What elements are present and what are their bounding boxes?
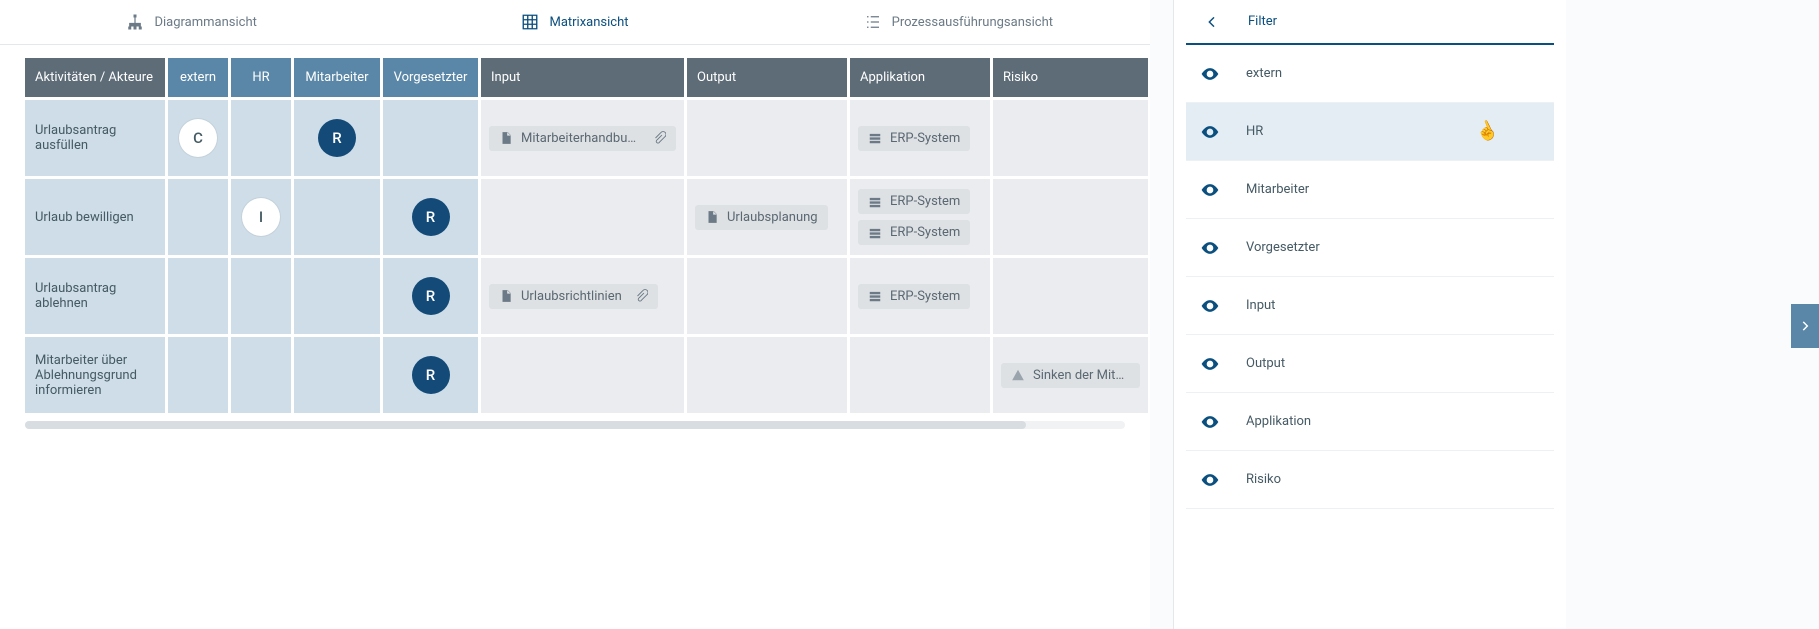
filter-item[interactable]: Output	[1186, 335, 1554, 393]
raci-cell[interactable]: C	[168, 100, 228, 176]
raci-chip[interactable]: C	[179, 119, 217, 157]
filter-item[interactable]: Vorgesetzter	[1186, 219, 1554, 277]
filter-title: Filter	[1248, 14, 1277, 29]
risk-cell: Sinken der Mitarbeit	[993, 337, 1148, 413]
activity-cell[interactable]: Urlaubsantrag ausfüllen	[25, 100, 165, 176]
filter-list: extern HR ☝ Mitarbeiter Vorgesetzter Input Out…	[1174, 45, 1566, 509]
header-actor[interactable]: Mitarbeiter	[294, 58, 380, 97]
raci-cell[interactable]: R	[383, 337, 478, 413]
raci-chip[interactable]: R	[318, 119, 356, 157]
raci-cell[interactable]	[294, 258, 380, 334]
header-actor[interactable]: HR	[231, 58, 291, 97]
filter-item[interactable]: extern	[1186, 45, 1554, 103]
risk-cell	[993, 100, 1148, 176]
filter-item[interactable]: Input	[1186, 277, 1554, 335]
raci-cell[interactable]	[231, 337, 291, 413]
filter-item-label: Applikation	[1246, 414, 1311, 429]
output-cell	[687, 258, 847, 334]
filter-item-label: Vorgesetzter	[1246, 240, 1320, 255]
matrix-grid: Aktivitäten / AkteureexternHRMitarbeiter…	[25, 58, 1125, 413]
raci-cell[interactable]: R	[294, 100, 380, 176]
chevron-right-icon	[1798, 319, 1812, 333]
filter-item-label: Risiko	[1246, 472, 1281, 487]
activity-cell[interactable]: Urlaubsantrag ablehnen	[25, 258, 165, 334]
scrollbar-thumb[interactable]	[25, 421, 1026, 429]
raci-cell[interactable]	[231, 100, 291, 176]
tab-label: Prozessausführungsansicht	[892, 15, 1053, 30]
raci-cell[interactable]: R	[383, 179, 478, 255]
main-content: Diagrammansicht Matrixansicht Prozessaus…	[0, 0, 1150, 629]
input-cell: Urlaubsrichtlinien	[481, 258, 684, 334]
sitemap-icon	[126, 13, 144, 31]
matrix-container: Aktivitäten / AkteureexternHRMitarbeiter…	[0, 45, 1150, 413]
filter-item-label: HR	[1246, 124, 1263, 139]
filter-panel: Filter extern HR ☝ Mitarbeiter Vorgesetzter I…	[1173, 0, 1566, 629]
header-activities: Aktivitäten / Akteure	[25, 58, 165, 97]
application-cell: ERP-System ERP-System	[850, 179, 990, 255]
filter-item-label: Mitarbeiter	[1246, 182, 1309, 197]
application-cell	[850, 337, 990, 413]
risk-cell	[993, 258, 1148, 334]
activity-cell[interactable]: Urlaub bewilligen	[25, 179, 165, 255]
risk-cell	[993, 179, 1148, 255]
raci-cell[interactable]	[294, 179, 380, 255]
list-icon	[864, 13, 882, 31]
tab-label: Diagrammansicht	[154, 15, 256, 30]
raci-cell[interactable]	[294, 337, 380, 413]
header-column[interactable]: Input	[481, 58, 684, 97]
input-cell	[481, 337, 684, 413]
expand-panel-button[interactable]	[1791, 304, 1819, 348]
tag[interactable]: ERP-System	[858, 189, 970, 214]
header-column[interactable]: Output	[687, 58, 847, 97]
filter-item[interactable]: HR ☝	[1186, 103, 1554, 161]
raci-chip[interactable]: R	[412, 277, 450, 315]
input-cell: Mitarbeiterhandbuch	[481, 100, 684, 176]
raci-cell[interactable]	[168, 258, 228, 334]
tag[interactable]: Mitarbeiterhandbuch	[489, 126, 676, 151]
tag[interactable]: ERP-System	[858, 284, 970, 309]
filter-item-label: extern	[1246, 66, 1282, 81]
raci-chip[interactable]: R	[412, 198, 450, 236]
tag[interactable]: Urlaubsrichtlinien	[489, 284, 658, 309]
raci-chip[interactable]: R	[412, 356, 450, 394]
header-actor[interactable]: Vorgesetzter	[383, 58, 478, 97]
raci-cell[interactable]: R	[383, 258, 478, 334]
tag[interactable]: Urlaubsplanung	[695, 205, 828, 230]
filter-item-label: Output	[1246, 356, 1285, 371]
filter-item[interactable]: Mitarbeiter	[1186, 161, 1554, 219]
tab-diagram[interactable]: Diagrammansicht	[0, 0, 383, 44]
output-cell	[687, 100, 847, 176]
tab-matrix[interactable]: Matrixansicht	[383, 0, 766, 44]
cursor-hand-icon: ☝	[1472, 117, 1501, 146]
grid-icon	[521, 13, 539, 31]
chevron-left-icon[interactable]	[1204, 14, 1220, 30]
header-column[interactable]: Applikation	[850, 58, 990, 97]
output-cell	[687, 337, 847, 413]
raci-cell[interactable]	[168, 337, 228, 413]
view-tabs: Diagrammansicht Matrixansicht Prozessaus…	[0, 0, 1150, 45]
application-cell: ERP-System	[850, 100, 990, 176]
tag[interactable]: ERP-System	[858, 126, 970, 151]
raci-cell[interactable]: I	[231, 179, 291, 255]
tag[interactable]: Sinken der Mitarbeit	[1001, 363, 1140, 388]
application-cell: ERP-System	[850, 258, 990, 334]
filter-item-label: Input	[1246, 298, 1275, 313]
raci-cell[interactable]	[168, 179, 228, 255]
raci-chip[interactable]: I	[242, 198, 280, 236]
output-cell: Urlaubsplanung	[687, 179, 847, 255]
filter-item[interactable]: Risiko	[1186, 451, 1554, 509]
header-actor[interactable]: extern	[168, 58, 228, 97]
tab-label: Matrixansicht	[549, 15, 628, 30]
filter-header: Filter	[1186, 0, 1554, 45]
raci-cell[interactable]	[231, 258, 291, 334]
tab-process[interactable]: Prozessausführungsansicht	[767, 0, 1150, 44]
tag[interactable]: ERP-System	[858, 220, 970, 245]
header-column[interactable]: Risiko	[993, 58, 1148, 97]
filter-item[interactable]: Applikation	[1186, 393, 1554, 451]
horizontal-scrollbar[interactable]	[25, 421, 1125, 429]
raci-cell[interactable]	[383, 100, 478, 176]
activity-cell[interactable]: Mitarbeiter über Ablehnungsgrund informi…	[25, 337, 165, 413]
input-cell	[481, 179, 684, 255]
